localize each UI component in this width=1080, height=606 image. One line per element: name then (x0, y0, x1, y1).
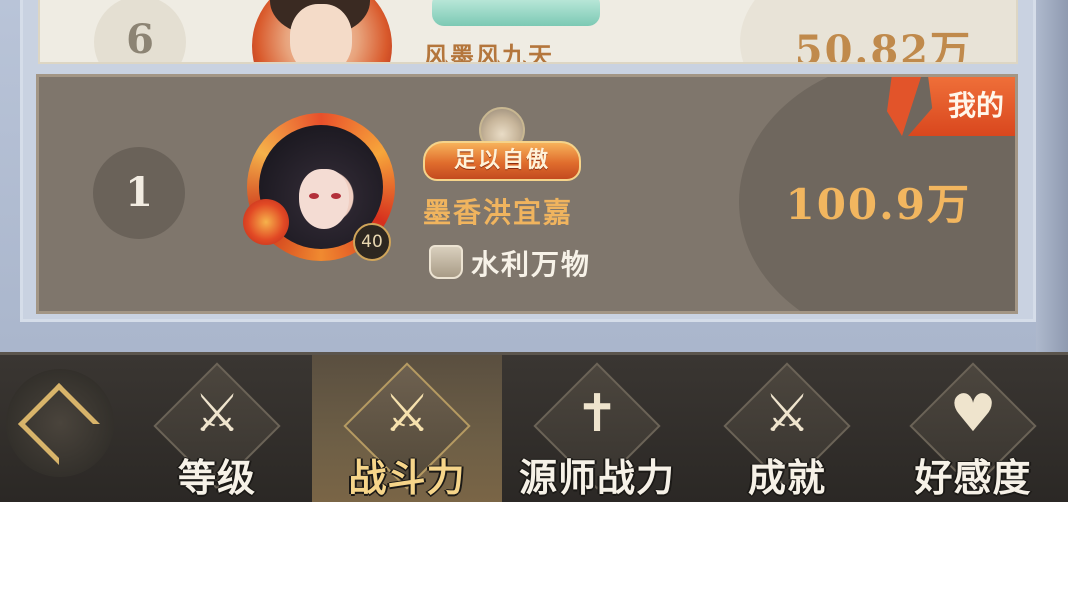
game-screen: 6 风墨风九天 50.82万 1 40 足以自傲 墨香洪宜嘉 水利万物 100.… (0, 0, 1080, 606)
player-name: 墨香洪宜嘉 (423, 196, 574, 229)
tab-achievement[interactable]: ⚔ 成就 (692, 355, 882, 502)
tag-swoosh (887, 77, 922, 136)
tab-label: 成就 (747, 455, 826, 500)
tab-level[interactable]: ⚔ 等级 (122, 355, 312, 502)
guild-icon (429, 245, 463, 279)
panel-edge (1036, 0, 1068, 352)
avatar-eye (331, 193, 341, 199)
guild-name: 水利万物 (471, 248, 592, 281)
tab-affection[interactable]: ♥ 好感度 (878, 355, 1068, 502)
sword-cross-icon: ✝ (575, 384, 619, 444)
title-badge-text: 足以自傲 (423, 141, 581, 181)
leaderboard-frame: 6 风墨风九天 50.82万 1 40 足以自傲 墨香洪宜嘉 水利万物 100.… (0, 0, 1068, 352)
rank-number: 6 (126, 16, 154, 63)
avatar-skin (299, 169, 349, 229)
power-score: 50.82万 (794, 27, 972, 64)
tab-label: 等级 (177, 455, 256, 500)
title-badge: 足以自傲 (423, 107, 581, 183)
back-button[interactable] (6, 369, 114, 477)
mine-tag: 我的 (868, 77, 1015, 136)
rank-number: 1 (125, 169, 153, 216)
tab-label: 好感度 (914, 455, 1032, 500)
level-badge: 40 (353, 223, 391, 261)
heart-emblem-icon: ♥ (949, 384, 997, 444)
back-arrow-icon (17, 382, 101, 466)
crossed-swords-icon: ⚔ (383, 384, 431, 444)
title-badge (432, 0, 600, 26)
power-score: 100.9万 (785, 180, 971, 229)
ranking-tab-bar: ⚔ 等级 ⚔ 战斗力 ✝ 源师战力 ⚔ 成就 ♥ 好感度 (0, 352, 1068, 502)
tab-label: 战斗力 (348, 455, 466, 500)
tab-label: 源师战力 (518, 455, 675, 500)
my-leaderboard-row[interactable]: 1 40 足以自傲 墨香洪宜嘉 水利万物 100.9万 我的 (36, 74, 1018, 314)
avatar-face (290, 4, 352, 62)
tab-master-power[interactable]: ✝ 源师战力 (502, 355, 692, 502)
player-name: 风墨风九天 (424, 41, 554, 64)
avatar-eye (309, 193, 319, 199)
sword-leaf-icon: ⚔ (763, 384, 811, 444)
leaderboard-row[interactable]: 6 风墨风九天 50.82万 (38, 0, 1018, 64)
mine-tag-label: 我的 (947, 89, 1004, 122)
flower-icon (243, 199, 289, 245)
empty-area (0, 502, 1080, 606)
player-avatar[interactable]: 40 (243, 113, 395, 261)
sword-leaf-icon: ⚔ (193, 384, 241, 444)
tab-combat-power[interactable]: ⚔ 战斗力 (312, 355, 502, 502)
player-avatar[interactable] (252, 0, 392, 62)
